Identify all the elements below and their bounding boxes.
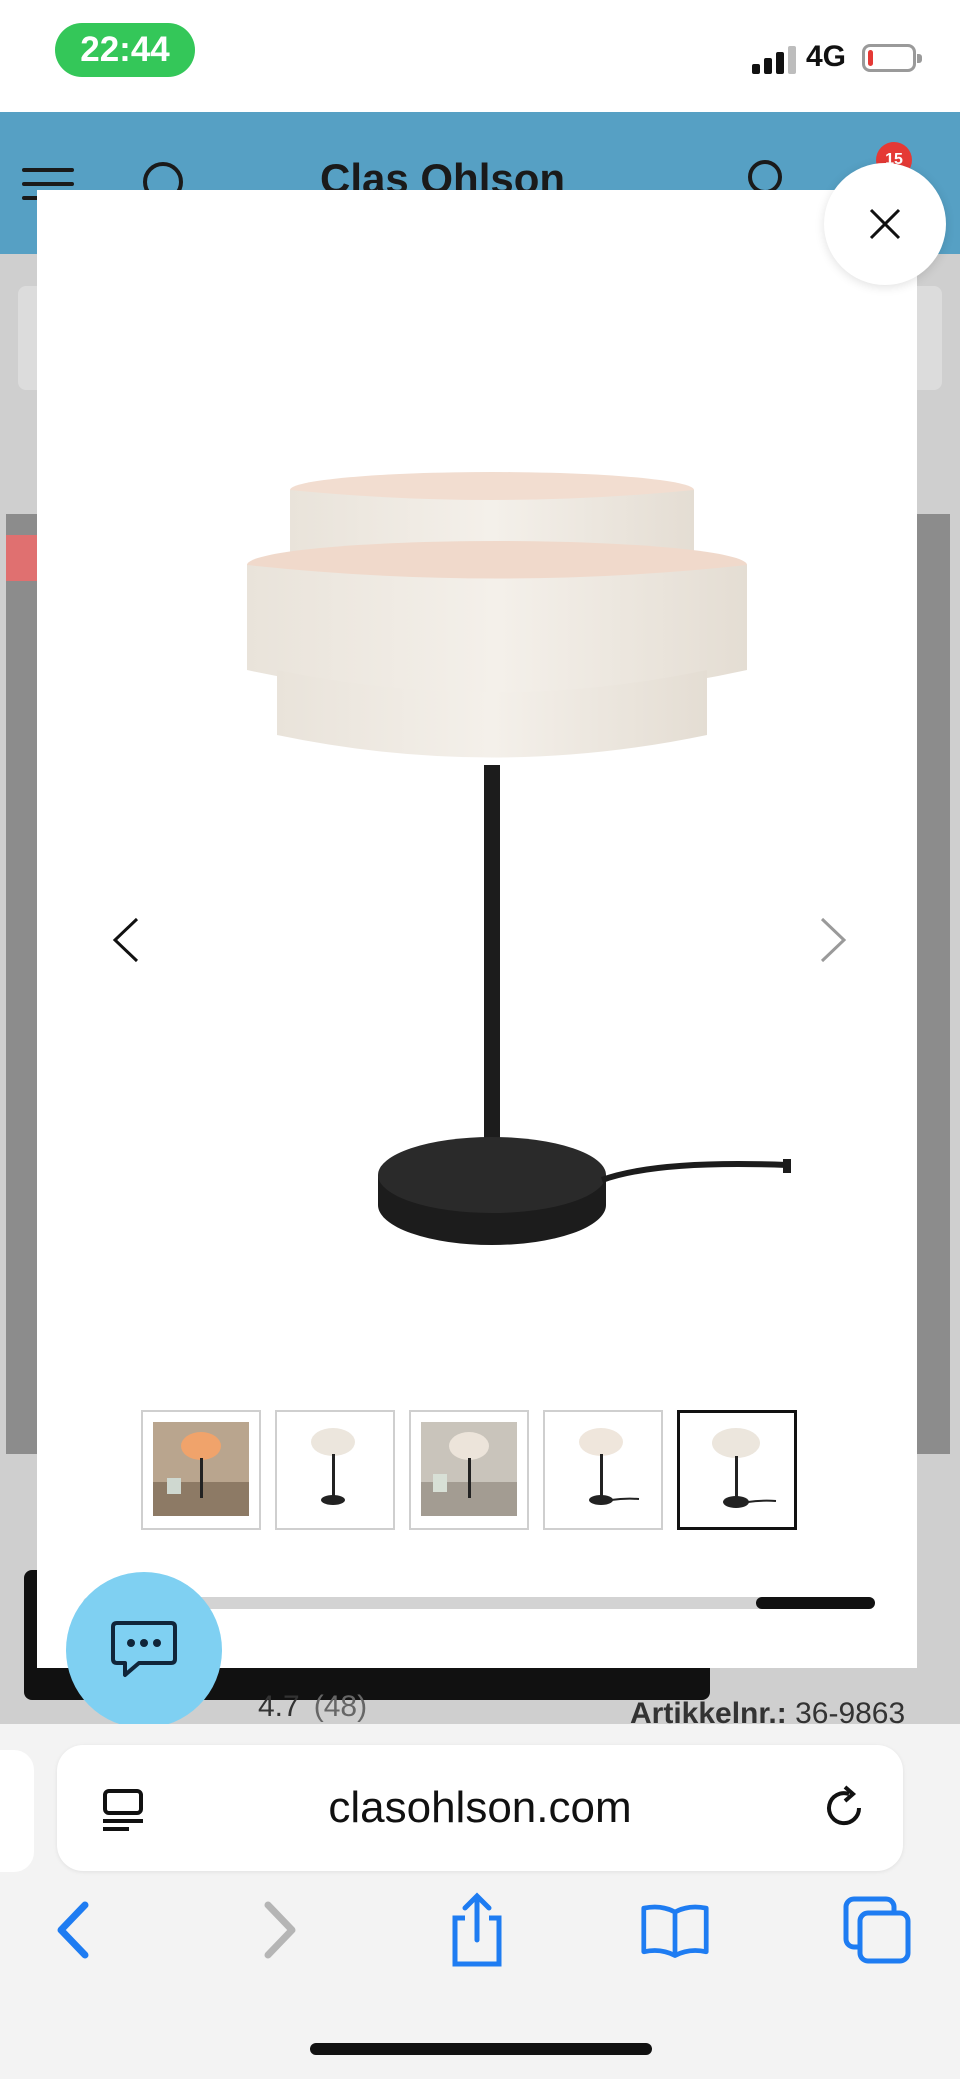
chevron-left-icon[interactable]	[101, 905, 151, 975]
product-rating[interactable]: 4.7 (48)	[258, 1690, 367, 1724]
battery-icon	[862, 44, 922, 72]
user-icon[interactable]	[748, 160, 782, 194]
bookmarks-icon[interactable]	[640, 1895, 710, 1965]
thumbnail-4[interactable]	[543, 1410, 663, 1530]
tabs-icon[interactable]	[842, 1895, 912, 1965]
rating-value: 4.7	[258, 1690, 300, 1723]
address-bar[interactable]: clasohlson.com	[57, 1745, 903, 1871]
chevron-right-icon[interactable]	[808, 905, 858, 975]
thumbnail-3[interactable]	[409, 1410, 529, 1530]
thumbnail-1[interactable]	[141, 1410, 261, 1530]
thumbnail-5[interactable]	[677, 1410, 797, 1530]
rating-count: (48)	[313, 1690, 368, 1723]
home-indicator[interactable]	[310, 2043, 652, 2055]
signal-icon	[752, 44, 798, 74]
share-icon[interactable]	[442, 1892, 512, 1967]
thumbnail-strip	[141, 1410, 801, 1530]
product-image-lamp	[247, 472, 791, 1245]
close-icon[interactable]	[824, 163, 946, 285]
image-gallery-modal	[37, 190, 917, 1668]
page-menu-icon[interactable]	[99, 1785, 147, 1833]
sale-badge	[6, 535, 40, 581]
status-time: 22:44	[55, 23, 195, 77]
url-text[interactable]: clasohlson.com	[57, 1745, 903, 1871]
previous-tab-preview[interactable]	[0, 1750, 34, 1872]
gallery-scroll-thumb[interactable]	[756, 1597, 875, 1609]
back-icon[interactable]	[38, 1895, 108, 1965]
screen: 22:44 4G Clas Ohlson 15 4.7 (48) Artikkel…	[0, 0, 960, 2079]
reload-icon[interactable]	[819, 1783, 869, 1833]
status-bar: 22:44 4G	[0, 0, 960, 112]
battery-level	[868, 50, 873, 66]
chat-bubble-icon[interactable]	[66, 1572, 222, 1728]
thumbnail-2[interactable]	[275, 1410, 395, 1530]
network-type: 4G	[806, 40, 847, 73]
forward-icon[interactable]	[245, 1895, 315, 1965]
